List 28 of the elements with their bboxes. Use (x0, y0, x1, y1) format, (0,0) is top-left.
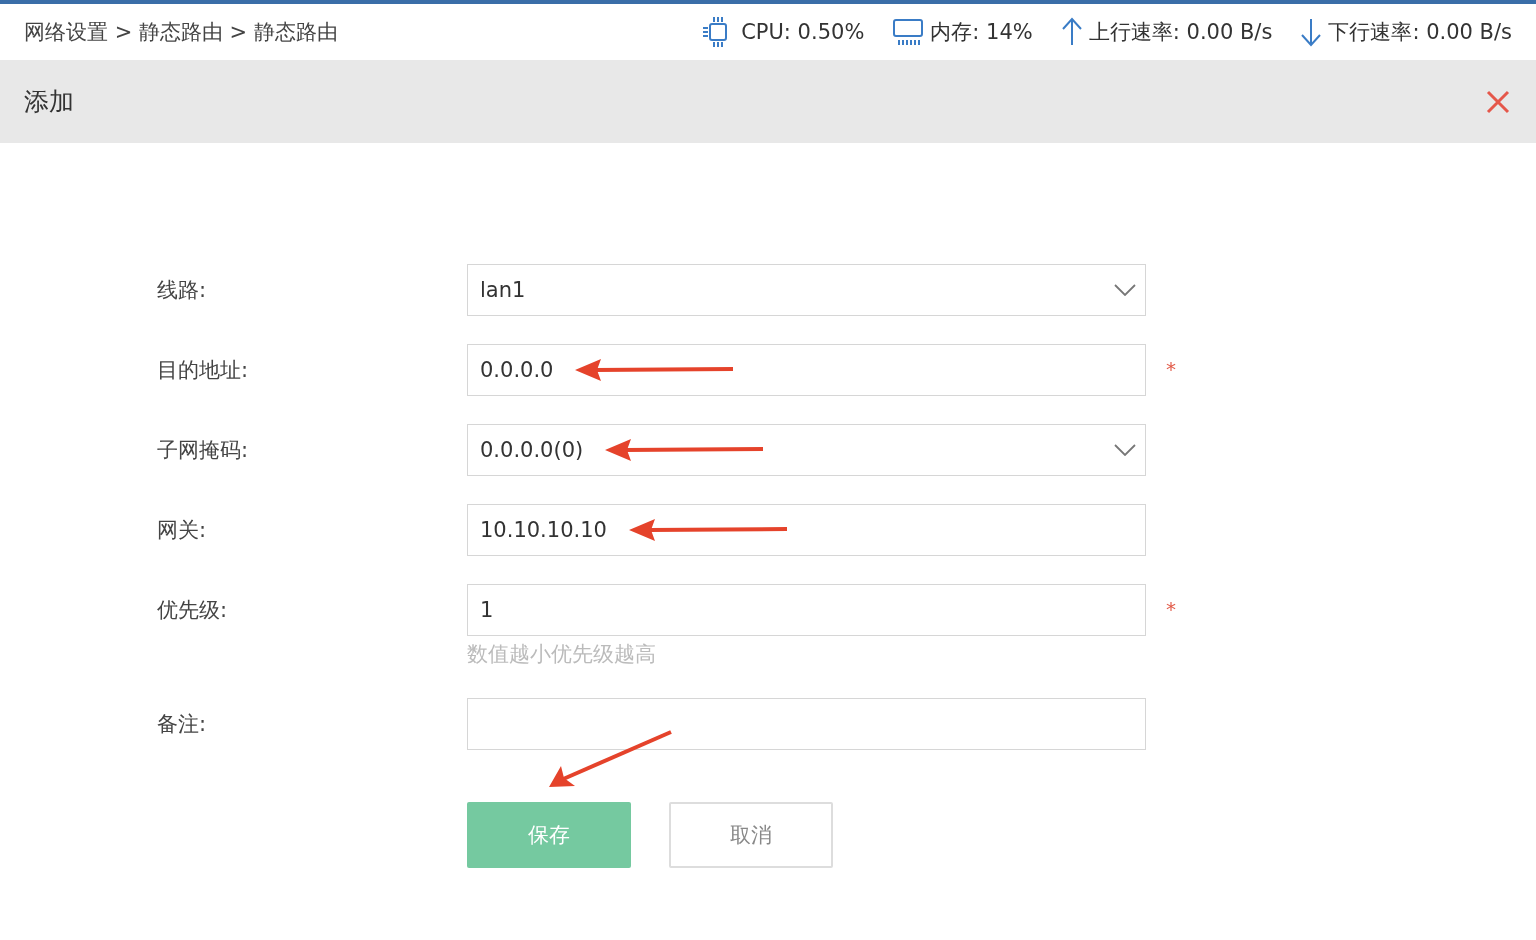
field-label: 子网掩码: (157, 437, 250, 464)
field-label: 网关: (157, 517, 208, 544)
dropdown-field[interactable]: 0.0.0.0(0) (467, 424, 1146, 476)
chevron-down-icon (1114, 284, 1136, 296)
arrow-down-icon (1300, 17, 1323, 47)
arrow-up-icon (1060, 17, 1083, 47)
input-field[interactable] (467, 698, 1146, 750)
required-mark: * (1166, 356, 1176, 383)
field-label: 备注: (157, 711, 208, 738)
field-label: 目的地址: (157, 357, 250, 384)
chevron-down-icon (1114, 444, 1136, 456)
input-field[interactable]: 0.0.0.0 (467, 344, 1146, 396)
required-mark: * (1166, 596, 1176, 623)
monitor-icon (892, 17, 925, 47)
stat-text: 下行速率: 0.00 B/s (1328, 19, 1512, 46)
input-field[interactable]: 1 (467, 584, 1146, 636)
stat-text: 内存: 14% (930, 19, 1033, 46)
breadcrumb: 网络设置 > 静态路由 > 静态路由 (24, 19, 339, 46)
stat-text: 上行速率: 0.00 B/s (1088, 19, 1273, 46)
hint-text: 数值越小优先级越高 (467, 641, 657, 668)
input-field[interactable]: 10.10.10.10 (467, 504, 1146, 556)
cancel-button[interactable]: 取消 (669, 802, 833, 868)
field-label: 优先级: (157, 597, 229, 624)
dialog-title: 添加 (24, 86, 74, 118)
field-label: 线路: (157, 277, 208, 304)
dropdown-field[interactable]: lan1 (467, 264, 1146, 316)
stat-text: CPU: 0.50% (741, 20, 865, 44)
close-icon[interactable] (1486, 89, 1510, 114)
